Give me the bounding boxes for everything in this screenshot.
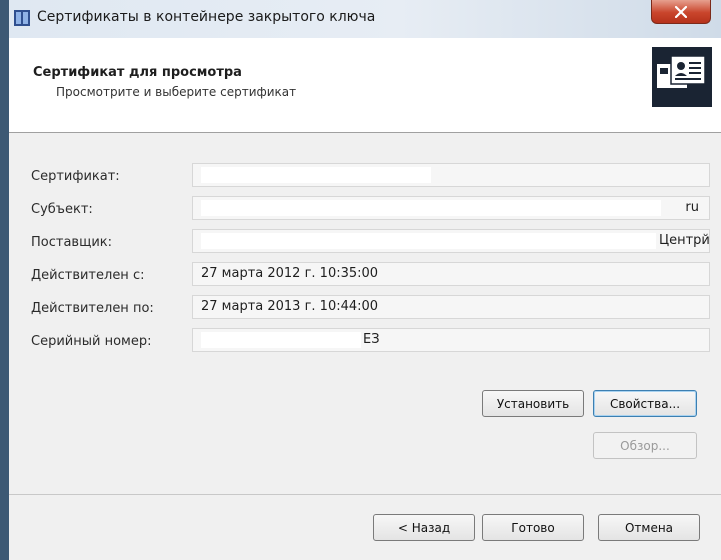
valid-from-field: 27 марта 2012 г. 10:35:00 <box>192 262 710 286</box>
close-icon <box>675 5 687 18</box>
certificate-details: Сертификат: Субъект: ru Поставщик: Центр… <box>9 133 721 493</box>
properties-button[interactable]: Свойства... <box>593 390 697 417</box>
redacted-area <box>201 332 361 348</box>
valid-to-label: Действителен по: <box>31 301 154 316</box>
header-subtitle: Просмотрите и выберите сертификат <box>56 85 297 99</box>
subject-label: Субъект: <box>31 202 93 217</box>
cancel-button[interactable]: Отмена <box>598 514 700 541</box>
serial-number-label: Серийный номер: <box>31 334 152 349</box>
issuer-field: Центрй <box>192 229 710 253</box>
serial-number-field: ЕЗ <box>192 328 710 352</box>
dialog-window: Сертификаты в контейнере закрытого ключа… <box>0 0 721 560</box>
subject-value: ru <box>685 200 699 215</box>
title-bar[interactable]: Сертификаты в контейнере закрытого ключа <box>9 0 721 38</box>
wizard-footer: < Назад Готово Отмена <box>9 495 721 560</box>
window-title: Сертификаты в контейнере закрытого ключа <box>37 9 376 25</box>
valid-from-label: Действителен с: <box>31 268 145 283</box>
issuer-label: Поставщик: <box>31 235 113 250</box>
issuer-value: Центрй <box>659 233 710 248</box>
valid-to-value: 27 марта 2013 г. 10:44:00 <box>201 299 379 314</box>
back-button[interactable]: < Назад <box>373 514 475 541</box>
certificate-field <box>192 163 710 187</box>
wizard-header: Сертификат для просмотра Просмотрите и в… <box>9 38 721 133</box>
redacted-area <box>201 233 656 249</box>
valid-from-value: 27 марта 2012 г. 10:35:00 <box>201 266 379 281</box>
certificate-label: Сертификат: <box>31 169 120 184</box>
browse-button[interactable]: Обзор... <box>593 432 697 459</box>
redacted-area <box>201 200 661 216</box>
valid-to-field: 27 марта 2013 г. 10:44:00 <box>192 295 710 319</box>
certificate-icon <box>651 46 713 108</box>
redacted-area <box>201 167 431 183</box>
certificate-app-icon <box>14 10 30 26</box>
serial-number-value: ЕЗ <box>363 332 380 347</box>
install-button[interactable]: Установить <box>482 390 584 417</box>
subject-field: ru <box>192 196 710 220</box>
close-button[interactable] <box>651 0 711 24</box>
finish-button[interactable]: Готово <box>482 514 584 541</box>
header-title: Сертификат для просмотра <box>33 65 242 80</box>
window-left-edge <box>0 0 9 560</box>
